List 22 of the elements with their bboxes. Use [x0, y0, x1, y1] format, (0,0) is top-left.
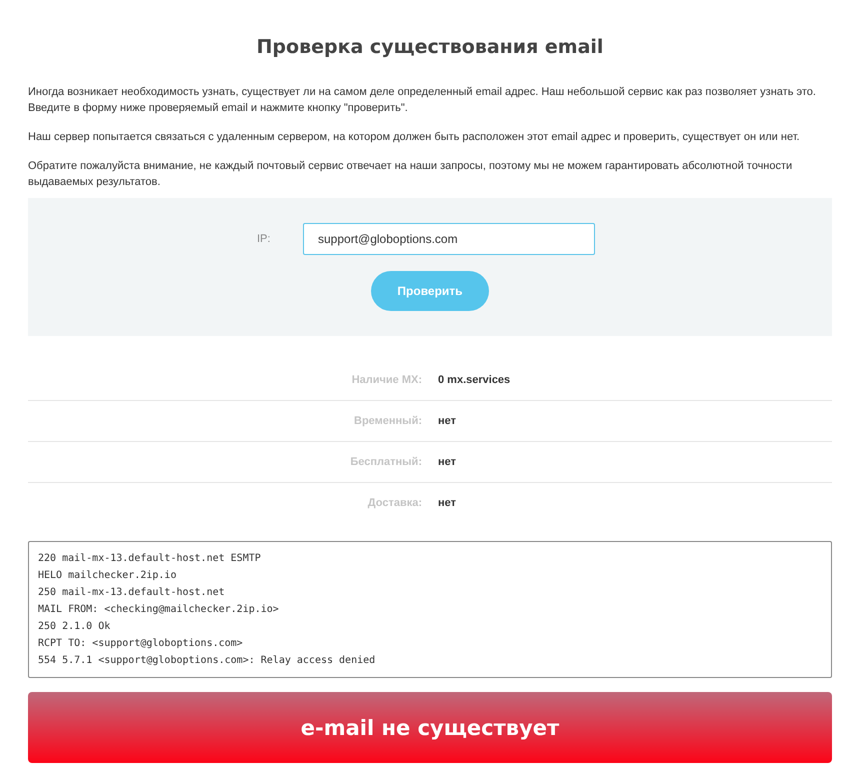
- result-label: Бесплатный:: [349, 456, 422, 468]
- log-line: 250 2.1.0 Ok: [38, 620, 112, 634]
- description-paragraph: Обратите пожалуйста внимание, не каждый почтовый сервис отвечает на наши запросы, поэтому мы не можем гарантировать абсолютной точности выдаваемых результатов.: [28, 159, 794, 190]
- email-input-field[interactable]: support@globoptions.com: [303, 223, 595, 255]
- log-line: MAIL FROM: <checking@mailchecker.2ip.io>: [38, 603, 280, 617]
- description-paragraph: Наш сервер попытается связаться с удаленным сервером, на котором должен быть расположен этот email адрес и проверить, существует он или нет.: [28, 130, 801, 145]
- result-label: Временный:: [353, 415, 422, 427]
- log-line: 250 mail-mx-13.default-host.net: [38, 586, 226, 600]
- field-label: IP:: [257, 233, 272, 245]
- result-label: Доставка:: [366, 497, 422, 509]
- description-paragraph: Иногда возникает необходимость узнать, существует ли на самом деле определенный email адрес. Наш небольшой сервис как раз позволяет узнать это. Введите в форму ниже проверяемый email и нажмите кнопку "проверить".: [28, 85, 817, 116]
- result-label: Наличие MX:: [350, 374, 422, 386]
- log-line: 554 5.7.1 <support@globoptions.com>: Relay access denied: [38, 654, 376, 668]
- log-line: RCPT TO: <support@globoptions.com>: [38, 637, 244, 651]
- log-line: HELO mailchecker.2ip.io: [38, 569, 178, 583]
- result-value: нет: [438, 415, 458, 427]
- result-value: нет: [438, 456, 458, 468]
- page-title: Проверка существования email: [256, 36, 604, 58]
- result-value: нет: [438, 497, 458, 509]
- result-value: 0 mx.services: [438, 374, 512, 386]
- verdict-banner: e-mail не существует: [28, 692, 832, 763]
- log-line: 220 mail-mx-13.default-host.net ESMTP: [38, 552, 262, 566]
